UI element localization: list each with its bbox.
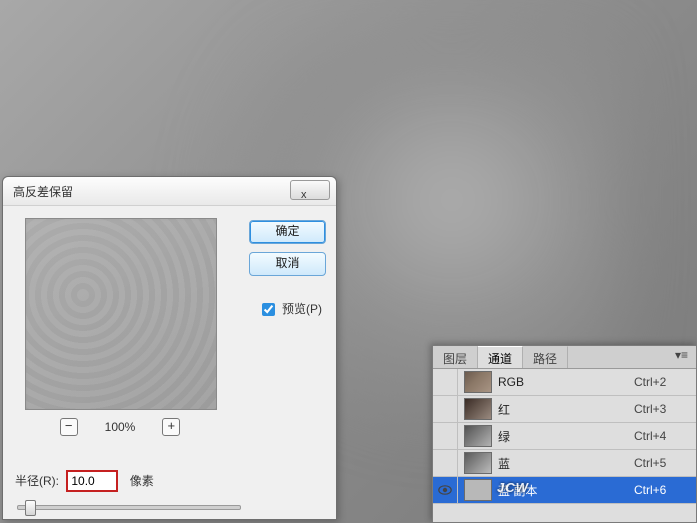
channel-row[interactable]: RGBCtrl+2 <box>433 369 696 396</box>
filter-preview[interactable] <box>25 218 217 410</box>
panel-tabs: 图层 通道 路径 ▾≡ <box>433 346 696 369</box>
filter-preview-image <box>26 219 216 409</box>
preview-checkbox[interactable] <box>262 303 275 316</box>
close-icon: x <box>301 187 307 203</box>
zoom-value: 100% <box>95 420 145 434</box>
channel-thumbnail <box>464 452 492 474</box>
channel-name: RGB <box>498 375 634 389</box>
channel-thumbnail <box>464 425 492 447</box>
channel-shortcut: Ctrl+5 <box>634 456 696 470</box>
channel-row[interactable]: 红Ctrl+3 <box>433 396 696 423</box>
zoom-out-button[interactable]: − <box>60 418 78 436</box>
channels-panel: 图层 通道 路径 ▾≡ RGBCtrl+2红Ctrl+3绿Ctrl+4蓝Ctrl… <box>432 345 697 523</box>
zoom-controls: − 100% + <box>25 418 215 436</box>
radius-input[interactable] <box>66 470 118 492</box>
tab-channels[interactable]: 通道 <box>478 346 523 368</box>
visibility-toggle[interactable] <box>433 477 458 503</box>
slider-track <box>17 505 241 510</box>
channel-list: RGBCtrl+2红Ctrl+3绿Ctrl+4蓝Ctrl+5蓝 副本Ctrl+6… <box>433 369 696 522</box>
eye-icon <box>438 485 452 495</box>
tab-layers[interactable]: 图层 <box>433 346 478 368</box>
radius-slider[interactable] <box>17 500 241 514</box>
panel-menu-button[interactable]: ▾≡ <box>667 346 696 368</box>
channel-row[interactable]: 蓝Ctrl+5 <box>433 450 696 477</box>
ok-button[interactable]: 确定 <box>249 220 326 244</box>
radius-row: 半径(R): 像素 <box>15 470 154 492</box>
preview-checkbox-text: 预览(P) <box>282 302 322 316</box>
visibility-toggle[interactable] <box>433 423 458 449</box>
channel-row[interactable]: 蓝 副本Ctrl+6JCW <box>433 477 696 504</box>
visibility-toggle[interactable] <box>433 396 458 422</box>
visibility-toggle[interactable] <box>433 450 458 476</box>
high-pass-dialog: 高反差保留 x − 100% + 半径(R): 像素 <box>2 176 337 520</box>
preview-checkbox-label[interactable]: 预览(P) <box>258 300 322 319</box>
watermark-overlay: JCW <box>497 480 529 495</box>
radius-label: 半径(R): <box>15 474 59 488</box>
channel-name: 绿 <box>498 428 634 445</box>
cancel-button[interactable]: 取消 <box>249 252 326 276</box>
channel-thumbnail <box>464 398 492 420</box>
visibility-toggle[interactable] <box>433 369 458 395</box>
slider-thumb[interactable] <box>25 500 36 516</box>
channel-thumbnail <box>464 371 492 393</box>
channel-shortcut: Ctrl+4 <box>634 429 696 443</box>
channel-row[interactable]: 绿Ctrl+4 <box>433 423 696 450</box>
channel-name: 蓝 <box>498 455 634 472</box>
radius-unit: 像素 <box>130 474 154 488</box>
channel-thumbnail <box>464 479 492 501</box>
channel-shortcut: Ctrl+3 <box>634 402 696 416</box>
zoom-in-button[interactable]: + <box>162 418 180 436</box>
channel-shortcut: Ctrl+6 <box>634 483 696 497</box>
channel-name: 红 <box>498 401 634 418</box>
close-button[interactable]: x <box>290 180 330 200</box>
dialog-titlebar[interactable]: 高反差保留 x <box>3 177 336 206</box>
tab-paths[interactable]: 路径 <box>523 346 568 368</box>
channel-shortcut: Ctrl+2 <box>634 375 696 389</box>
dialog-title: 高反差保留 <box>13 183 73 200</box>
